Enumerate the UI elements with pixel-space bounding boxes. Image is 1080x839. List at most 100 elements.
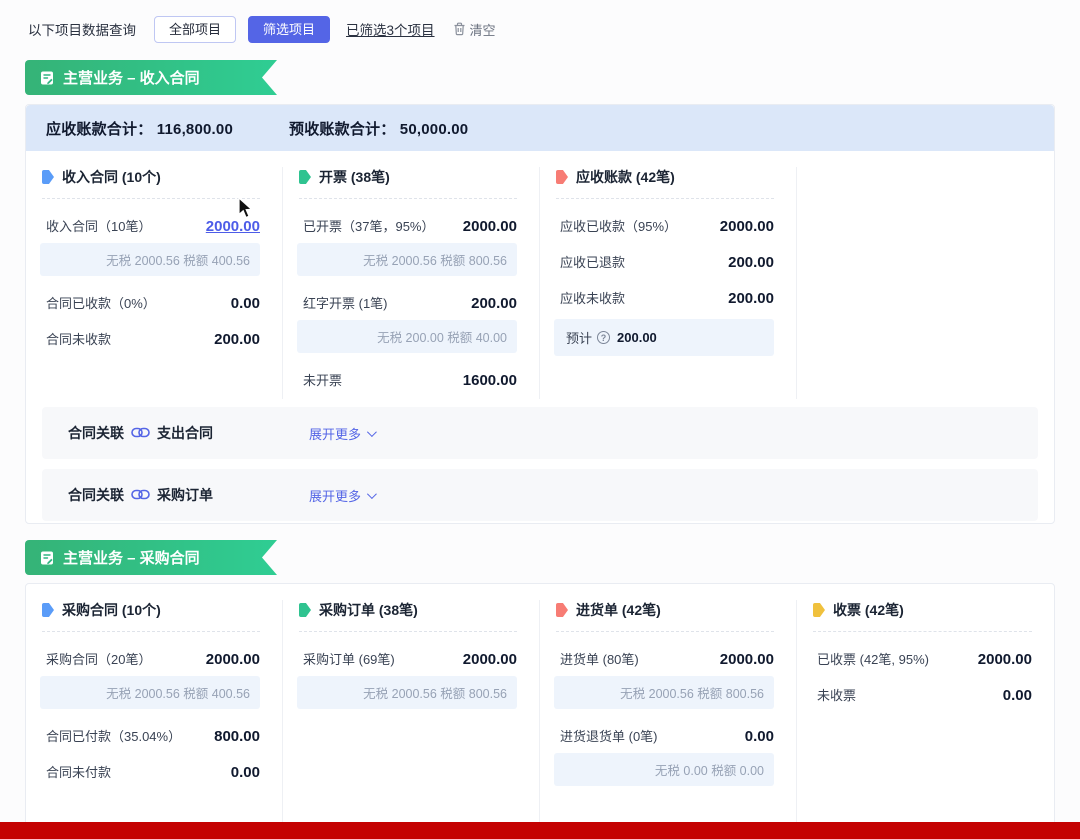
expand-more-link[interactable]: 展开更多 — [309, 424, 377, 443]
stat-label: 采购合同（20笔） — [46, 652, 152, 667]
column-header: 采购订单 (38笔) — [297, 600, 517, 620]
all-projects-button[interactable]: 全部项目 — [154, 15, 237, 43]
stat-row: 已收票 (42笔, 95%) 2000.00 — [811, 649, 1032, 668]
chevron-down-icon — [366, 426, 377, 437]
stat-value: 0.00 — [744, 728, 774, 745]
section-banner-title: 主营业务 – 收入合同 — [63, 70, 200, 87]
stat-label: 已收票 (42笔, 95%) — [817, 652, 929, 667]
estimate-label: 预计 — [566, 331, 593, 346]
dashed-divider — [42, 198, 260, 199]
section-card: 采购合同 (10个) 采购合同（20笔） 2000.00 无税 2000.56 税额 … — [25, 583, 1055, 833]
dashed-divider — [299, 198, 517, 199]
tax-subrow: 无税 2000.56 税额 800.56 — [297, 243, 517, 276]
stat-value: 2000.00 — [462, 218, 517, 235]
relation-label: 合同关联 采购订单 — [68, 485, 213, 505]
column-title: 应收账款 (42笔) — [576, 169, 675, 185]
relation-row: 合同关联 采购订单 展开更多 — [42, 469, 1038, 521]
stat-column: 收票 (42笔) 已收票 (42笔, 95%) 2000.00 未收票 0.00 — [797, 600, 1054, 832]
column-title: 采购合同 (10个) — [62, 602, 161, 618]
column-title: 进货单 (42笔) — [576, 602, 661, 618]
stat-label: 应收未收款 — [560, 291, 626, 306]
bookmark-icon — [813, 603, 825, 617]
stat-value: 200.00 — [728, 290, 774, 307]
tax-subrow: 无税 200.00 税额 40.00 — [297, 320, 517, 353]
document-icon — [39, 70, 55, 86]
stat-column: 应收账款 (42笔) 应收已收款（95%） 2000.00 应收已退款 200.00 应收… — [540, 167, 797, 399]
section-banner-title: 主营业务 – 采购合同 — [63, 550, 200, 567]
column-header: 开票 (38笔) — [297, 167, 517, 187]
stat-label: 合同已收款（0%） — [46, 296, 156, 311]
stat-row: 收入合同（10笔） 2000.00 — [40, 216, 260, 235]
relation-prefix: 合同关联 — [68, 425, 124, 441]
clear-filter-button[interactable]: 清空 — [453, 20, 496, 39]
section-card: 应收账款合计： 116,800.00 预收账款合计： 50,000.00 收入合同 … — [25, 104, 1055, 524]
stat-row: 未开票 1600.00 — [297, 370, 517, 389]
section-banner: 主营业务 – 收入合同 — [25, 60, 277, 95]
column-header: 收票 (42笔) — [811, 600, 1032, 620]
bookmark-icon — [556, 170, 568, 184]
bookmark-icon — [556, 603, 568, 617]
stat-value: 1600.00 — [462, 372, 517, 389]
tax-subrow: 无税 2000.56 税额 400.56 — [40, 676, 260, 709]
stat-label: 进货单 (80笔) — [560, 652, 639, 667]
chevron-down-icon — [366, 488, 377, 499]
filter-projects-button[interactable]: 筛选项目 — [248, 15, 331, 43]
dashed-divider — [813, 631, 1032, 632]
summary-bar: 应收账款合计： 116,800.00 预收账款合计： 50,000.00 — [26, 105, 1054, 151]
chain-link-icon — [131, 425, 150, 441]
bookmark-icon — [42, 170, 54, 184]
expand-more-label: 展开更多 — [309, 426, 362, 442]
stat-row: 进货退货单 (0笔) 0.00 — [554, 726, 774, 745]
stat-value: 200.00 — [214, 331, 260, 348]
help-circle-icon[interactable]: ? — [597, 331, 611, 344]
stat-row: 采购合同（20笔） 2000.00 — [40, 649, 260, 668]
stat-label: 合同已付款（35.04%） — [46, 729, 182, 744]
stat-column: 采购合同 (10个) 采购合同（20笔） 2000.00 无税 2000.56 税额 … — [26, 600, 283, 832]
stat-value: 200.00 — [728, 254, 774, 271]
relation-row: 合同关联 支出合同 展开更多 — [42, 407, 1038, 459]
stat-label: 合同未收款 — [46, 332, 112, 347]
relation-prefix: 合同关联 — [68, 487, 124, 503]
filter-bar-label: 以下项目数据查询 — [28, 23, 136, 38]
sections-container: 主营业务 – 收入合同应收账款合计： 116,800.00 预收账款合计： 50,… — [0, 60, 1080, 833]
stat-row: 采购订单 (69笔) 2000.00 — [297, 649, 517, 668]
trash-icon — [453, 22, 466, 36]
expand-more-link[interactable]: 展开更多 — [309, 486, 377, 505]
tax-subrow: 无税 0.00 税额 0.00 — [554, 753, 774, 786]
stat-column: 采购订单 (38笔) 采购订单 (69笔) 2000.00 无税 2000.56 税额… — [283, 600, 540, 832]
stat-label: 应收已收款（95%） — [560, 219, 678, 234]
stat-row: 合同已收款（0%） 0.00 — [40, 293, 260, 312]
relations-container: 合同关联 支出合同 展开更多 合同关联 采购订单 展开更多 — [26, 399, 1054, 521]
stat-row: 合同未付款 0.00 — [40, 762, 260, 781]
stat-column: 开票 (38笔) 已开票（37笔，95%） 2000.00 无税 2000.56 税额… — [283, 167, 540, 399]
dashed-divider — [556, 198, 774, 199]
columns-row: 采购合同 (10个) 采购合同（20笔） 2000.00 无税 2000.56 税额 … — [26, 584, 1054, 832]
tax-subrow: 无税 2000.56 税额 400.56 — [40, 243, 260, 276]
filtered-count-link[interactable]: 已筛选3个项目 — [346, 19, 435, 39]
stat-row: 未收票 0.00 — [811, 685, 1032, 704]
dashed-divider — [42, 631, 260, 632]
stat-value: 200.00 — [471, 295, 517, 312]
column-title: 收入合同 (10个) — [62, 169, 161, 185]
section-banner: 主营业务 – 采购合同 — [25, 540, 277, 575]
dashed-divider — [299, 631, 517, 632]
stat-row: 应收已收款（95%） 2000.00 — [554, 216, 774, 235]
column-title: 收票 (42笔) — [833, 602, 904, 618]
stat-label: 合同未付款 — [46, 765, 112, 780]
stat-value: 2000.00 — [462, 651, 517, 668]
expand-more-label: 展开更多 — [309, 488, 362, 504]
stat-column — [797, 167, 1054, 399]
stat-label: 采购订单 (69笔) — [303, 652, 395, 667]
bookmark-icon — [42, 603, 54, 617]
stat-label: 收入合同（10笔） — [46, 219, 152, 234]
column-title: 开票 (38笔) — [319, 169, 390, 185]
stat-label: 未收票 — [817, 688, 857, 703]
document-icon — [39, 550, 55, 566]
stat-value-link[interactable]: 2000.00 — [206, 218, 260, 235]
stat-label: 已开票（37笔，95%） — [303, 219, 435, 234]
stat-value: 0.00 — [1002, 687, 1032, 704]
stat-label: 进货退货单 (0笔) — [560, 729, 658, 744]
column-header: 进货单 (42笔) — [554, 600, 774, 620]
relation-target: 支出合同 — [157, 425, 213, 441]
relation-label: 合同关联 支出合同 — [68, 423, 213, 443]
